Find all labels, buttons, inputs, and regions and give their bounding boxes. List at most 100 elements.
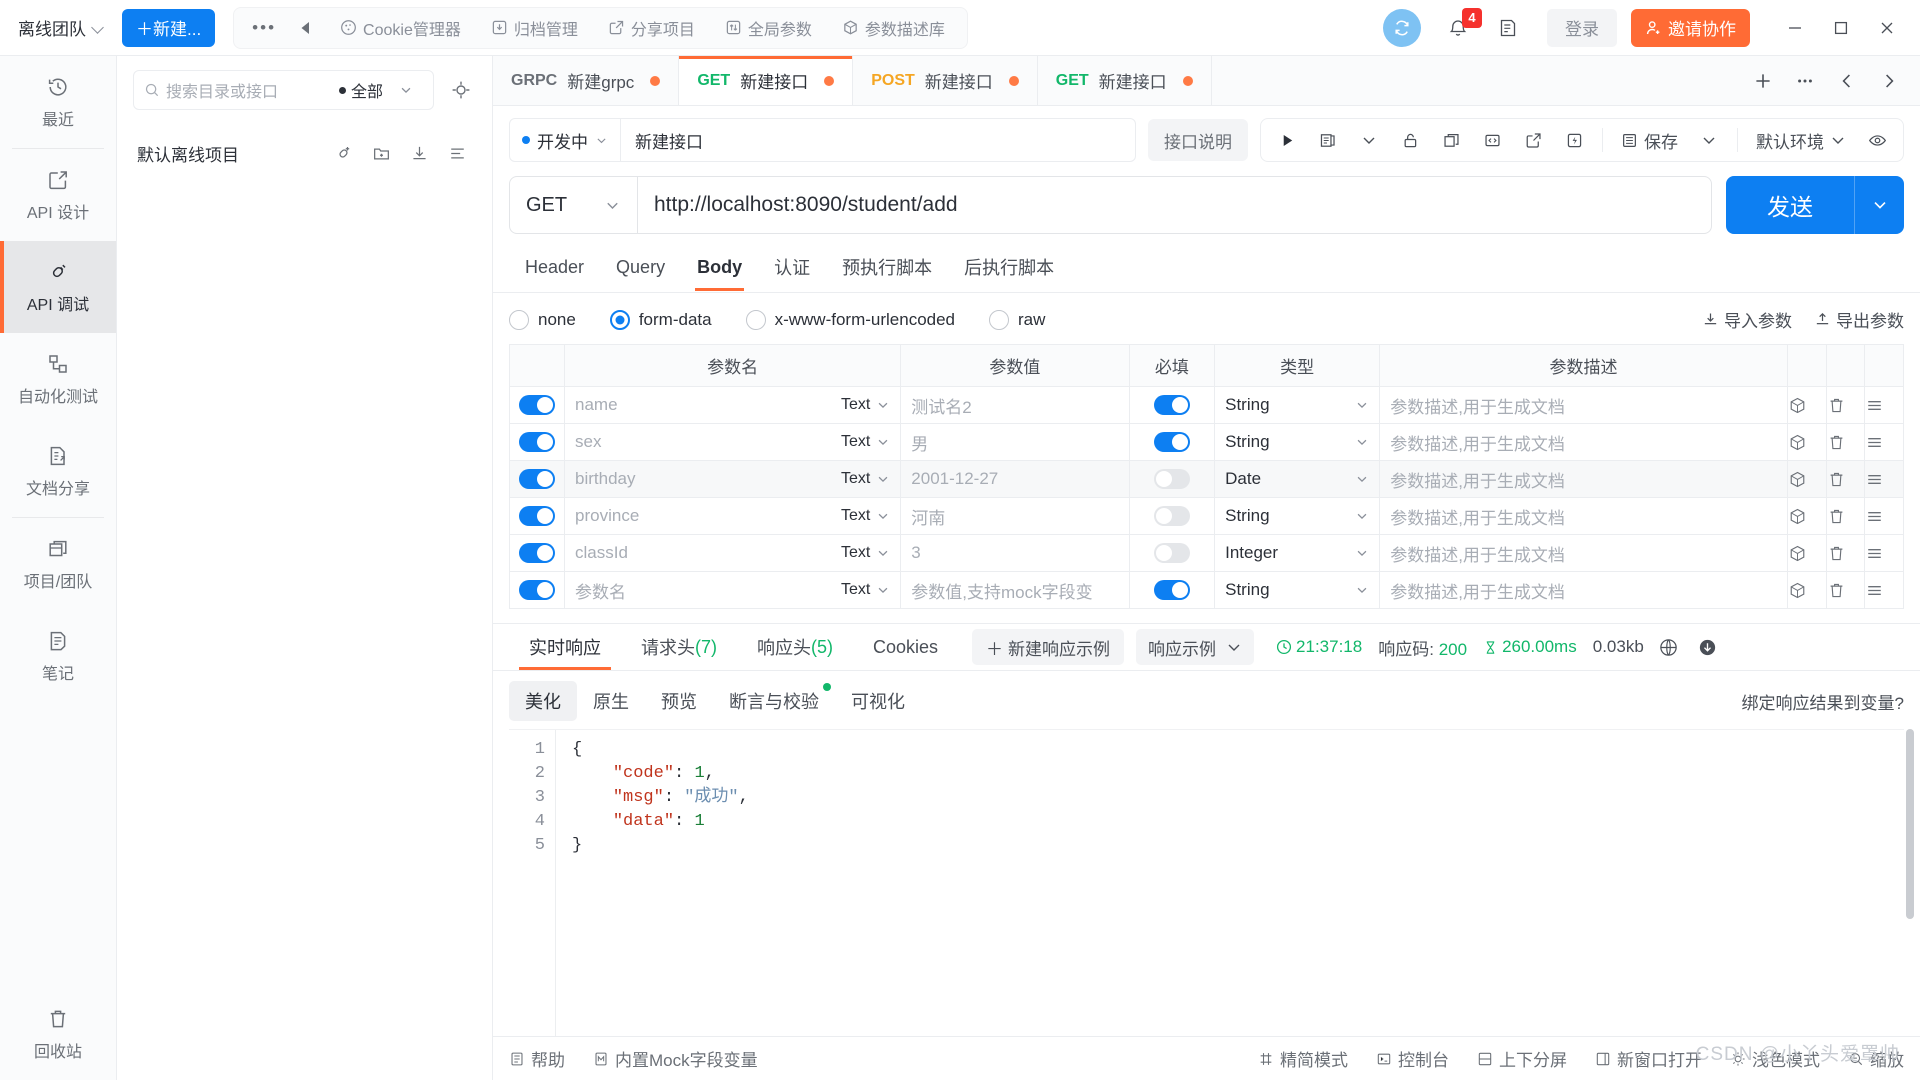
code-scrollbar[interactable] bbox=[1906, 729, 1914, 919]
cell-action-drag[interactable] bbox=[1864, 497, 1904, 535]
enable-toggle[interactable] bbox=[519, 506, 555, 527]
cell-param-name[interactable]: 参数名 Text bbox=[564, 571, 902, 609]
cell-type[interactable]: String bbox=[1214, 386, 1381, 424]
cell-action-library[interactable] bbox=[1786, 386, 1827, 424]
response-tab-cookies[interactable]: Cookies bbox=[853, 624, 958, 670]
tab-prescript[interactable]: 预执行脚本 bbox=[826, 244, 948, 292]
tab-body[interactable]: Body bbox=[681, 247, 758, 291]
console-button[interactable]: 控制台 bbox=[1376, 1046, 1449, 1071]
cell-action-delete[interactable] bbox=[1825, 423, 1866, 461]
send-button[interactable]: 发送 bbox=[1726, 176, 1854, 234]
cell-type[interactable]: Integer bbox=[1214, 534, 1381, 572]
cell-action-library[interactable] bbox=[1786, 460, 1827, 498]
cell-action-library[interactable] bbox=[1786, 534, 1827, 572]
param-kind-select[interactable]: Text bbox=[841, 507, 890, 525]
tool-archive[interactable]: 归档管理 bbox=[477, 11, 592, 45]
table-row[interactable]: classId Text 3 Integer 参数描述,用于生成文档 bbox=[508, 534, 1904, 572]
required-toggle[interactable] bbox=[1153, 506, 1190, 527]
required-toggle[interactable] bbox=[1153, 395, 1190, 416]
enable-toggle[interactable] bbox=[519, 580, 555, 601]
param-library-icon[interactable] bbox=[1788, 396, 1826, 415]
quick-action-button[interactable] bbox=[1554, 122, 1594, 158]
viewer-tab-pretty[interactable]: 美化 bbox=[509, 681, 577, 721]
table-row[interactable]: name Text 测试名2 String 参数描述,用于生成文档 bbox=[508, 386, 1904, 424]
add-api-icon[interactable] bbox=[324, 136, 362, 170]
param-kind-select[interactable]: Text bbox=[841, 396, 890, 414]
doc-view-dropdown[interactable] bbox=[1349, 122, 1389, 158]
tool-cookie-manager[interactable]: Cookie管理器 bbox=[326, 11, 475, 45]
table-row[interactable]: birthday Text 2001-12-27 Date 参数描述,用于生成文档 bbox=[508, 460, 1904, 498]
cell-param-value[interactable]: 男 bbox=[900, 423, 1130, 461]
cell-action-drag[interactable] bbox=[1864, 534, 1904, 572]
drag-handle-icon[interactable] bbox=[1865, 433, 1903, 452]
tab-more-button[interactable] bbox=[1786, 62, 1824, 100]
cell-action-delete[interactable] bbox=[1825, 534, 1866, 572]
cell-param-name[interactable]: birthday Text bbox=[564, 460, 902, 498]
doc-view-button[interactable] bbox=[1308, 122, 1348, 158]
search-input[interactable]: 搜索目录或接口 全部 bbox=[133, 70, 434, 110]
add-folder-icon[interactable] bbox=[362, 136, 400, 170]
collapse-left-icon[interactable] bbox=[288, 20, 324, 36]
required-toggle[interactable] bbox=[1153, 580, 1190, 601]
light-mode-button[interactable]: 浅色模式 bbox=[1730, 1046, 1820, 1071]
tree-filter-select[interactable]: 全部 bbox=[338, 78, 383, 102]
request-status-select[interactable]: 开发中 bbox=[510, 119, 621, 161]
cell-description[interactable]: 参数描述,用于生成文档 bbox=[1379, 423, 1788, 461]
send-options-button[interactable] bbox=[1854, 176, 1904, 234]
tab-scroll-left-button[interactable] bbox=[1828, 62, 1866, 100]
drag-handle-icon[interactable] bbox=[1865, 544, 1903, 563]
bind-response-to-variable-link[interactable]: 绑定响应结果到变量? bbox=[1742, 689, 1904, 714]
viewer-tab-assertions[interactable]: 断言与校验 bbox=[713, 681, 835, 721]
viewer-tab-visualize[interactable]: 可视化 bbox=[835, 681, 921, 721]
notifications-button[interactable]: 4 bbox=[1447, 7, 1482, 39]
response-tab-realtime[interactable]: 实时响应 bbox=[509, 624, 621, 670]
cell-action-library[interactable] bbox=[1786, 423, 1827, 461]
close-button[interactable] bbox=[1864, 8, 1910, 48]
cell-type[interactable]: String bbox=[1214, 497, 1381, 535]
cell-action-delete[interactable] bbox=[1825, 386, 1866, 424]
param-library-icon[interactable] bbox=[1788, 470, 1826, 489]
enable-toggle[interactable] bbox=[519, 469, 555, 490]
cell-action-drag[interactable] bbox=[1864, 571, 1904, 609]
request-name-input[interactable]: 新建接口 bbox=[621, 128, 1135, 153]
cell-action-delete[interactable] bbox=[1825, 497, 1866, 535]
cell-param-name[interactable]: province Text bbox=[564, 497, 902, 535]
response-tab-response-headers[interactable]: 响应头 (5) bbox=[737, 624, 853, 670]
sync-avatar[interactable] bbox=[1383, 8, 1421, 47]
response-tab-request-headers[interactable]: 请求头 (7) bbox=[621, 624, 737, 670]
maximize-button[interactable] bbox=[1818, 8, 1864, 48]
import-params-button[interactable]: 导入参数 bbox=[1702, 307, 1792, 332]
enable-toggle[interactable] bbox=[519, 543, 555, 564]
param-type-select[interactable]: Date bbox=[1225, 461, 1369, 497]
url-input[interactable]: http://localhost:8090/student/add bbox=[638, 193, 1711, 217]
drag-handle-icon[interactable] bbox=[1865, 470, 1903, 489]
required-toggle[interactable] bbox=[1153, 543, 1190, 564]
drag-handle-icon[interactable] bbox=[1865, 507, 1903, 526]
code-button[interactable] bbox=[1472, 122, 1512, 158]
sort-icon[interactable] bbox=[438, 136, 476, 170]
body-type-none[interactable]: none bbox=[509, 309, 576, 330]
cell-type[interactable]: Date bbox=[1214, 460, 1381, 498]
invite-collaborate-button[interactable]: 邀请协作 bbox=[1631, 8, 1750, 47]
cell-description[interactable]: 参数描述,用于生成文档 bbox=[1379, 534, 1788, 572]
cell-type[interactable]: String bbox=[1214, 423, 1381, 461]
cell-description[interactable]: 参数描述,用于生成文档 bbox=[1379, 497, 1788, 535]
drag-handle-icon[interactable] bbox=[1865, 396, 1903, 415]
sidebar-item-recent[interactable]: 最近 bbox=[0, 56, 116, 148]
editor-tab-active[interactable]: GET 新建接口 bbox=[679, 56, 854, 105]
param-kind-select[interactable]: Text bbox=[841, 544, 890, 562]
help-button[interactable]: 帮助 bbox=[509, 1046, 565, 1071]
duplicate-button[interactable] bbox=[1431, 122, 1471, 158]
cell-param-value[interactable]: 测试名2 bbox=[900, 386, 1130, 424]
param-kind-select[interactable]: Text bbox=[841, 470, 890, 488]
delete-row-icon[interactable] bbox=[1827, 507, 1865, 526]
cell-type[interactable]: String bbox=[1214, 571, 1381, 609]
body-type-form-data[interactable]: form-data bbox=[609, 309, 712, 330]
tab-auth[interactable]: 认证 bbox=[758, 244, 826, 292]
param-library-icon[interactable] bbox=[1788, 507, 1826, 526]
login-button[interactable]: 登录 bbox=[1547, 8, 1617, 47]
tool-share-project[interactable]: 分享项目 bbox=[594, 11, 709, 45]
editor-tab[interactable]: GET 新建接口 bbox=[1037, 56, 1212, 105]
http-method-select[interactable]: GET bbox=[510, 177, 638, 233]
table-row[interactable]: sex Text 男 String 参数描述,用于生成文档 bbox=[508, 423, 1904, 461]
